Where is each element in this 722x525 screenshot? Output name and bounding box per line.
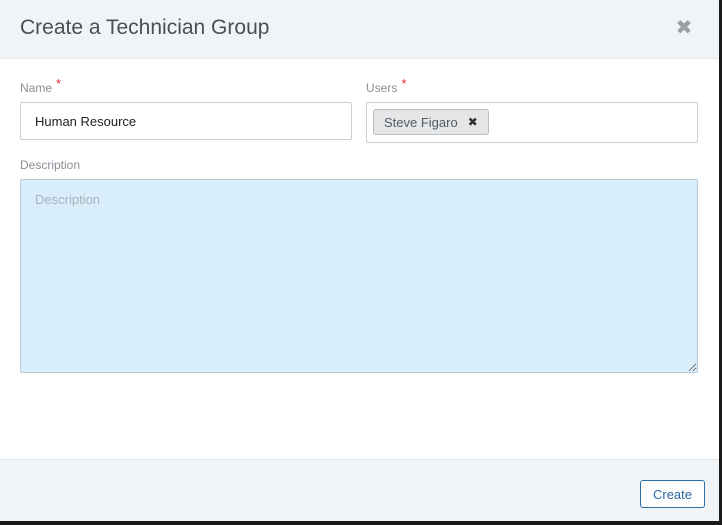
users-required-marker: * — [401, 76, 407, 91]
users-select-input[interactable]: Steve Figaro ✖ — [366, 102, 698, 143]
name-label: Name * — [20, 77, 61, 96]
description-label: Description — [20, 158, 81, 172]
modal-title: Create a Technician Group — [20, 16, 270, 39]
modal-header: Create a Technician Group ✖ — [0, 0, 719, 59]
description-textarea[interactable] — [20, 179, 698, 373]
name-required-marker: * — [56, 76, 62, 91]
user-chip: Steve Figaro ✖ — [373, 109, 489, 135]
remove-x-icon[interactable]: ✖ — [468, 116, 478, 128]
create-technician-group-modal: Create a Technician Group ✖ Name* Users*… — [0, 0, 722, 525]
name-input[interactable] — [20, 102, 352, 140]
users-label: Users * — [366, 77, 406, 96]
modal-footer: Create — [0, 459, 719, 521]
name-label-text: Name — [20, 81, 53, 95]
users-label-text: Users — [366, 81, 398, 95]
close-icon[interactable]: ✖ — [675, 17, 693, 39]
user-chip-label: Steve Figaro — [384, 114, 458, 130]
create-button[interactable]: Create — [640, 480, 705, 508]
